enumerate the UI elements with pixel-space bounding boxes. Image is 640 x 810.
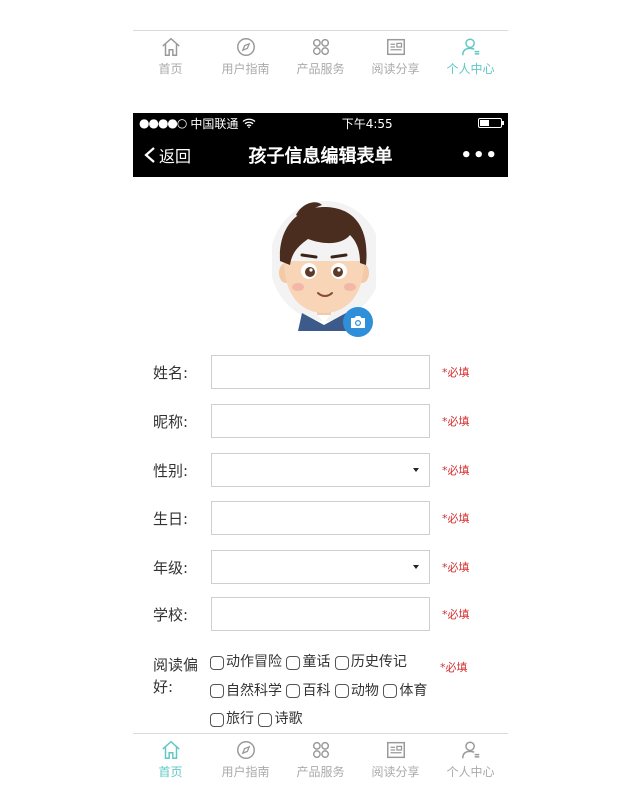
bottom-tab-guide[interactable]: 用户指南: [208, 734, 283, 785]
bottom-tab-products[interactable]: 产品服务: [283, 734, 358, 785]
required-mark: *必填: [440, 661, 468, 674]
grid-icon: [312, 38, 329, 56]
nickname-input[interactable]: [211, 404, 430, 438]
checkbox-icon: [334, 684, 349, 698]
checkbox-icon: [210, 684, 224, 698]
more-button[interactable]: •••: [460, 145, 498, 166]
news-icon: [386, 741, 405, 759]
grade-select[interactable]: [211, 550, 430, 584]
required-mark: *必填: [442, 512, 470, 525]
gender-select[interactable]: [211, 453, 430, 487]
top-tab-bar: 首页 用户指南 产品服务 阅读分享 个人中心: [133, 30, 508, 82]
tab-label: 个人中心: [446, 62, 495, 76]
school-label: 学校:: [153, 605, 189, 624]
required-mark: *必填: [442, 561, 470, 574]
carrier-name: 中国联通: [190, 116, 239, 131]
top-tab-profile[interactable]: 个人中心: [433, 31, 508, 82]
tab-label: 阅读分享: [371, 765, 420, 779]
form-row-grade: 年级: *必填: [133, 550, 508, 584]
top-tab-reading[interactable]: 阅读分享: [358, 31, 433, 82]
checkbox-icon: [383, 684, 398, 698]
name-input[interactable]: [211, 355, 430, 389]
user-icon: [461, 38, 479, 56]
tab-label: 阅读分享: [371, 62, 420, 76]
checkbox-icon: [258, 712, 273, 727]
tab-label: 产品服务: [296, 765, 345, 779]
compass-icon: [236, 38, 255, 56]
bottom-tab-reading[interactable]: 阅读分享: [358, 734, 433, 785]
tab-label: 用户指南: [221, 62, 270, 76]
birthday-input[interactable]: [211, 501, 430, 535]
pref-checkbox-travel[interactable]: 旅行: [210, 707, 254, 732]
compass-icon: [236, 741, 255, 759]
top-tab-guide[interactable]: 用户指南: [208, 31, 283, 82]
back-label: 返回: [159, 147, 192, 166]
change-avatar-button[interactable]: [343, 307, 373, 337]
checkbox-icon: [210, 655, 224, 670]
required-mark: *必填: [442, 464, 470, 477]
top-tab-home[interactable]: 首页: [133, 31, 208, 82]
tab-label: 首页: [158, 62, 183, 76]
form-row-nickname: 昵称: *必填: [133, 404, 508, 438]
grid-icon: [312, 741, 329, 759]
checkbox-icon: [286, 655, 301, 670]
bottom-tab-profile[interactable]: 个人中心: [433, 734, 508, 785]
preferences-options: 动作冒险 童话 历史传记 自然科学 百科 动物 体育 旅行 诗歌: [210, 650, 434, 736]
form-row-school: 学校: *必填: [133, 597, 508, 631]
required-mark: *必填: [442, 608, 470, 621]
chevron-left-icon: [144, 147, 155, 163]
status-time: 下午4:55: [341, 116, 393, 131]
nickname-label: 昵称:: [153, 412, 189, 431]
dropdown-caret-icon: [413, 565, 419, 569]
phone-header: ●●●●○ 中国联通 下午4:55 返回 孩子信息编辑表单 •••: [133, 113, 508, 177]
form-row-name: 姓名: *必填: [133, 355, 508, 389]
gender-label: 性别:: [153, 461, 189, 480]
school-input[interactable]: [211, 597, 430, 631]
dropdown-caret-icon: [413, 468, 419, 472]
pref-checkbox-history[interactable]: 历史传记: [334, 650, 407, 675]
pref-checkbox-poetry[interactable]: 诗歌: [258, 707, 302, 732]
tab-label: 用户指南: [221, 765, 270, 779]
nav-bar: 返回 孩子信息编辑表单 •••: [133, 133, 508, 177]
user-icon: [461, 741, 479, 759]
required-mark: *必填: [442, 366, 470, 379]
back-button[interactable]: 返回: [143, 143, 191, 167]
pref-checkbox-fairytale[interactable]: 童话: [286, 650, 330, 675]
news-icon: [386, 38, 405, 56]
tab-label: 产品服务: [296, 62, 345, 76]
tab-label: 首页: [158, 765, 183, 779]
home-icon: [161, 37, 180, 56]
grade-label: 年级:: [153, 558, 189, 577]
checkbox-icon: [210, 712, 224, 727]
pref-checkbox-encyclopedia[interactable]: 百科: [286, 679, 330, 704]
form-row-birthday: 生日: *必填: [133, 501, 508, 535]
signal-icon: ●●●●○: [139, 116, 187, 130]
form-row-gender: 性别: *必填: [133, 453, 508, 487]
required-mark: *必填: [442, 415, 470, 428]
status-bar: ●●●●○ 中国联通 下午4:55: [133, 113, 508, 133]
pref-checkbox-action[interactable]: 动作冒险: [210, 650, 282, 675]
name-label: 姓名:: [153, 363, 189, 382]
tab-label: 个人中心: [446, 765, 495, 779]
carrier-info: ●●●●○ 中国联通: [139, 115, 256, 132]
battery-icon: [477, 118, 504, 128]
wifi-icon: [242, 118, 256, 128]
bottom-tab-bar: 首页 用户指南 产品服务 阅读分享 个人中心: [133, 733, 508, 785]
checkbox-icon: [334, 655, 349, 670]
home-icon: [161, 740, 180, 759]
camera-icon: [351, 316, 365, 328]
birthday-label: 生日:: [153, 509, 189, 528]
preferences-label: 阅读偏 好:: [153, 656, 199, 696]
pref-checkbox-science[interactable]: 自然科学: [210, 679, 282, 704]
bottom-tab-home[interactable]: 首页: [133, 734, 208, 785]
pref-checkbox-animals[interactable]: 动物: [334, 679, 379, 704]
checkbox-icon: [286, 684, 301, 698]
pref-checkbox-sports[interactable]: 体育: [383, 679, 427, 704]
top-tab-products[interactable]: 产品服务: [283, 31, 358, 82]
